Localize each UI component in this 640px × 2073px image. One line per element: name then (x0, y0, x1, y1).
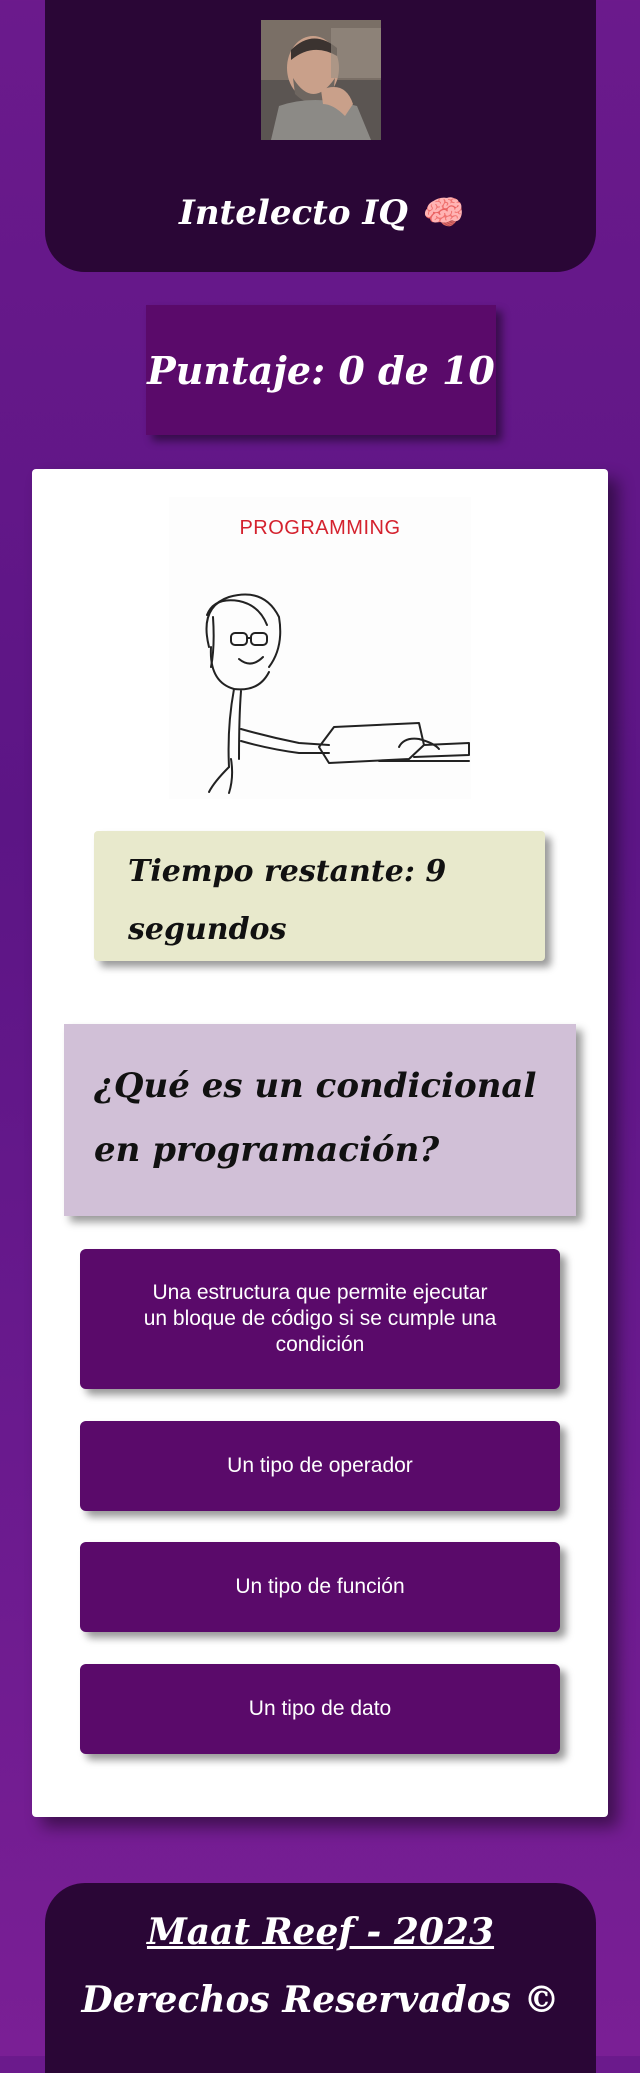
timer-display: Tiempo restante: 9 segundos (94, 831, 545, 961)
answer-button-3[interactable]: Un tipo de función (80, 1542, 560, 1632)
answer-button-2[interactable]: Un tipo de operador (80, 1421, 560, 1511)
score-display: Puntaje: 0 de 10 (146, 305, 496, 435)
answer-button-4[interactable]: Un tipo de dato (80, 1664, 560, 1754)
answer-button-1[interactable]: Una estructura que permite ejecutar un b… (80, 1249, 560, 1389)
footer-copyright: Derechos Reservados © (81, 1979, 560, 2021)
question-image: PROGRAMMING (169, 497, 471, 799)
footer-author: Maat Reef - 2023 (146, 1911, 495, 1953)
avatar-photo (261, 20, 381, 140)
app-title: Intelecto IQ 🧠 (178, 193, 463, 233)
programmer-drawing (205, 593, 470, 794)
quiz-card: PROGRAMMING Tiempo restante: 9 segundos … (32, 469, 608, 1817)
footer: Maat Reef - 2023 Derechos Reservados © (45, 1883, 596, 2073)
avatar (261, 20, 381, 140)
question-text: ¿Qué es un condicional en programación? (64, 1024, 576, 1216)
header: Intelecto IQ 🧠 (45, 0, 596, 272)
